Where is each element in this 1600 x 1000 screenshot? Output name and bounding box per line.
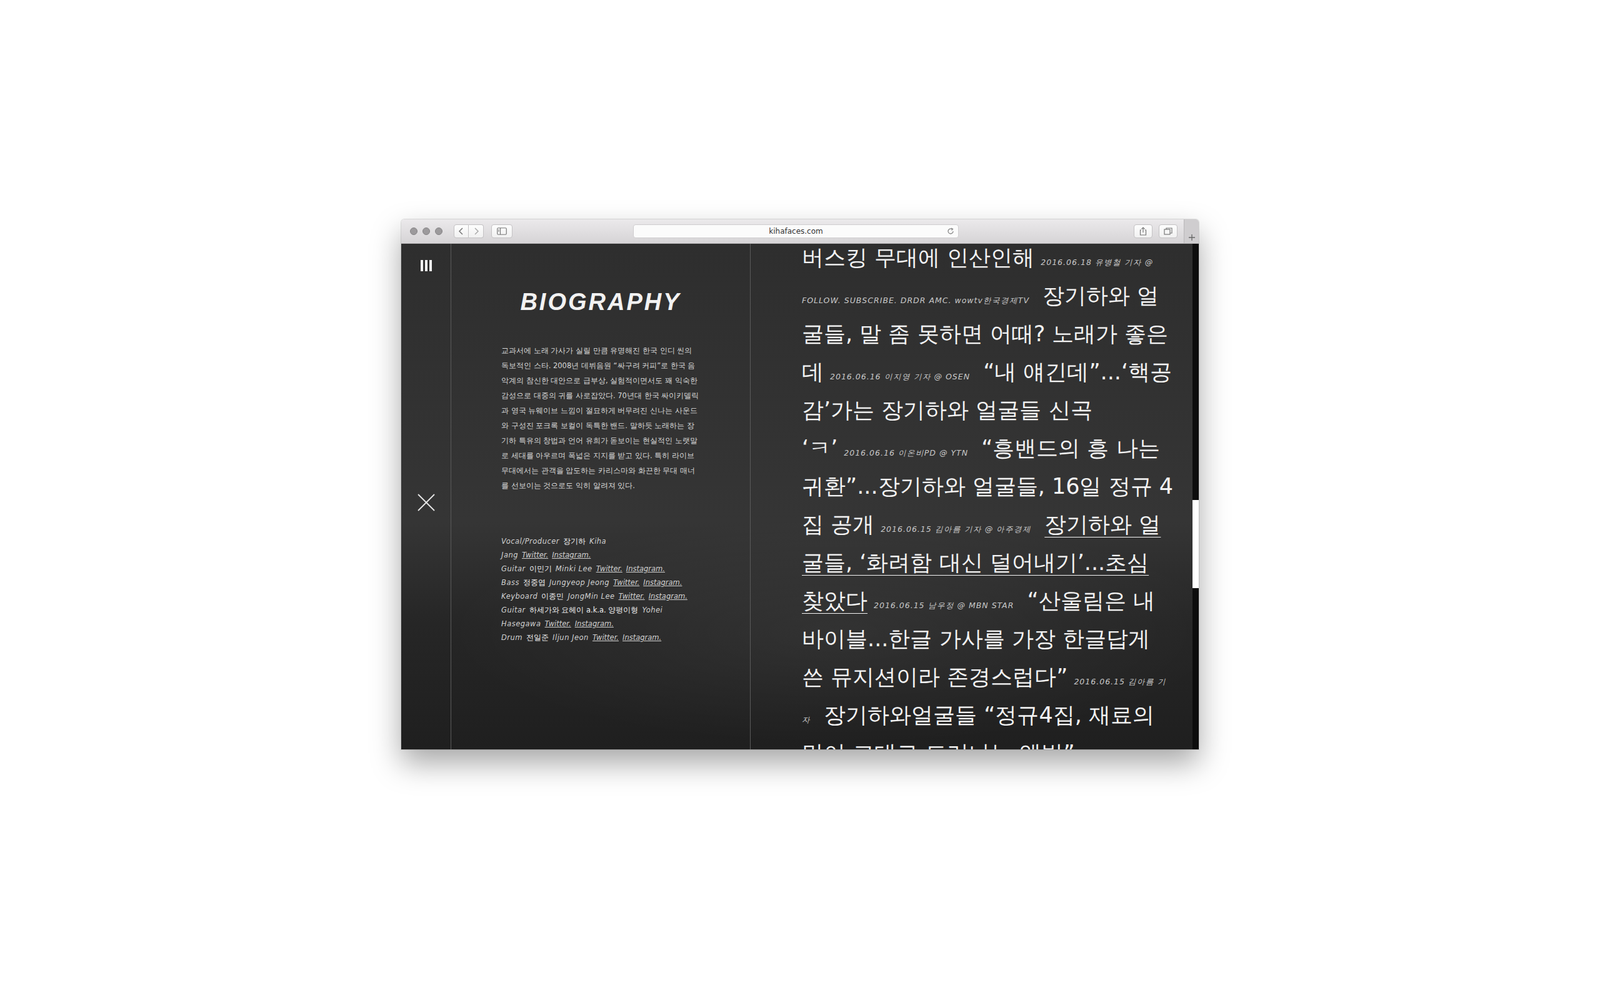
member-role: Guitar [501, 564, 526, 574]
toolbar-actions [1133, 219, 1199, 244]
member-row: Guitar하세가와 요헤이 a.k.a. 양평이형Yohei Hasegawa… [501, 603, 702, 631]
close-icon[interactable] [416, 492, 437, 513]
press-meta: 2016.06.16 이온비PD @ YTN [843, 448, 969, 458]
member-role: Keyboard [501, 591, 538, 601]
url-text[interactable]: kihafaces.com [768, 226, 824, 236]
forward-button[interactable] [468, 224, 484, 239]
social-link[interactable]: Twitter. [592, 633, 619, 642]
biography-panel: BIOGRAPHY 교과서에 노래 가사가 실릴 만큼 유명해진 한국 인디 씬의… [451, 243, 751, 750]
member-row: Bass정중엽Jungyeop JeongTwitter.Instagram. [501, 575, 702, 590]
minimize-button[interactable] [422, 227, 430, 235]
press-meta: 2016.06.15 김아름 기자 @ 아주경제 [880, 524, 1032, 534]
zoom-button[interactable] [435, 227, 443, 235]
member-list: Vocal/Producer장기하Kiha JangTwitter.Instag… [501, 534, 702, 645]
social-link[interactable]: Instagram. [643, 578, 682, 587]
scrollbar[interactable] [1192, 243, 1199, 750]
address-bar[interactable]: kihafaces.com [633, 224, 959, 239]
menu-icon[interactable] [419, 258, 434, 273]
social-link[interactable]: Instagram. [648, 591, 688, 601]
new-tab-button[interactable] [1183, 219, 1199, 244]
member-name: 이민기 [529, 564, 552, 574]
press-scroll-area[interactable]: 버스킹 무대에 인산인해2016.06.18 유병철 기자 @ FOLLOW. … [750, 243, 1193, 750]
press-headline[interactable]: 장기하와얼굴들 “정규4집, 재료의 맛이 그대로 드러나는 앨범” [801, 702, 1155, 750]
social-link[interactable]: Twitter. [596, 564, 623, 574]
reload-icon[interactable] [946, 227, 955, 235]
member-role: Bass [501, 578, 520, 587]
press-item: 장기하와얼굴들 “정규4집, 재료의 맛이 그대로 드러나는 앨범” [801, 702, 1155, 750]
side-nav [401, 243, 452, 750]
member-name: 전일준 [526, 633, 549, 642]
press-panel: 버스킹 무대에 인산인해2016.06.18 유병철 기자 @ FOLLOW. … [750, 243, 1199, 750]
press-meta: 2016.06.16 이지영 기자 @ OSEN [830, 371, 970, 382]
member-row: Keyboard이종민JongMin LeeTwitter.Instagram. [501, 589, 702, 604]
share-button[interactable] [1133, 224, 1153, 239]
member-row: Drum전일준Iljun JeonTwitter.Instagram. [501, 630, 702, 645]
social-link[interactable]: Instagram. [575, 619, 614, 629]
tabs-button[interactable] [1158, 224, 1178, 239]
browser-window: kihafaces.com BIOGRAPHY 교과서에 노래 가사가 실릴 만큼 … [401, 219, 1199, 750]
back-icon[interactable] [458, 227, 465, 235]
member-row: Guitar이민기Minki LeeTwitter.Instagram. [501, 561, 702, 576]
member-name: 이종민 [541, 591, 564, 601]
member-row: Vocal/Producer장기하Kiha JangTwitter.Instag… [501, 534, 702, 562]
social-link[interactable]: Twitter. [618, 591, 645, 601]
press-meta: 2016.06.15 남우정 @ MBN STAR [873, 600, 1014, 610]
forward-icon[interactable] [473, 227, 480, 235]
share-icon[interactable] [1139, 226, 1147, 236]
plus-icon[interactable] [1188, 234, 1195, 241]
member-name-english: Jungyeop Jeong [549, 578, 610, 587]
member-name-english: Iljun Jeon [552, 633, 589, 642]
browser-toolbar: kihafaces.com [401, 219, 1199, 244]
member-name-english: JongMin Lee [567, 591, 615, 601]
social-link[interactable]: Instagram. [551, 550, 591, 560]
member-role: Guitar [501, 605, 526, 615]
scrollbar-thumb[interactable] [1192, 500, 1199, 589]
sidebar-button[interactable] [491, 224, 513, 239]
biography-title: BIOGRAPHY [476, 288, 725, 316]
history-buttons [453, 224, 484, 239]
member-role: Vocal/Producer [501, 536, 560, 546]
biography-text: 교과서에 노래 가사가 실릴 만큼 유명해진 한국 인디 씬의 독보적인 스타.… [501, 343, 702, 494]
press-list: 버스킹 무대에 인산인해2016.06.18 유병철 기자 @ FOLLOW. … [801, 243, 1174, 750]
tabs-icon[interactable] [1163, 227, 1173, 235]
window-controls [410, 227, 443, 235]
sidebar-icon[interactable] [496, 227, 507, 235]
page-content: BIOGRAPHY 교과서에 노래 가사가 실릴 만큼 유명해진 한국 인디 씬의… [401, 243, 1199, 750]
social-link[interactable]: Twitter. [545, 619, 572, 629]
social-link[interactable]: Instagram. [626, 564, 665, 574]
back-button[interactable] [453, 224, 469, 239]
member-name-english: Minki Lee [555, 564, 593, 574]
social-link[interactable]: Instagram. [622, 633, 662, 642]
close-button[interactable] [410, 227, 418, 235]
social-link[interactable]: Twitter. [613, 578, 640, 587]
press-headline[interactable]: 버스킹 무대에 인산인해 [801, 245, 1035, 270]
member-name: 정중엽 [523, 578, 546, 587]
social-link[interactable]: Twitter. [521, 550, 549, 560]
member-role: Drum [501, 633, 523, 642]
member-name: 장기하 [563, 536, 586, 546]
member-name: 하세가와 요헤이 a.k.a. 양평이형 [529, 605, 639, 615]
